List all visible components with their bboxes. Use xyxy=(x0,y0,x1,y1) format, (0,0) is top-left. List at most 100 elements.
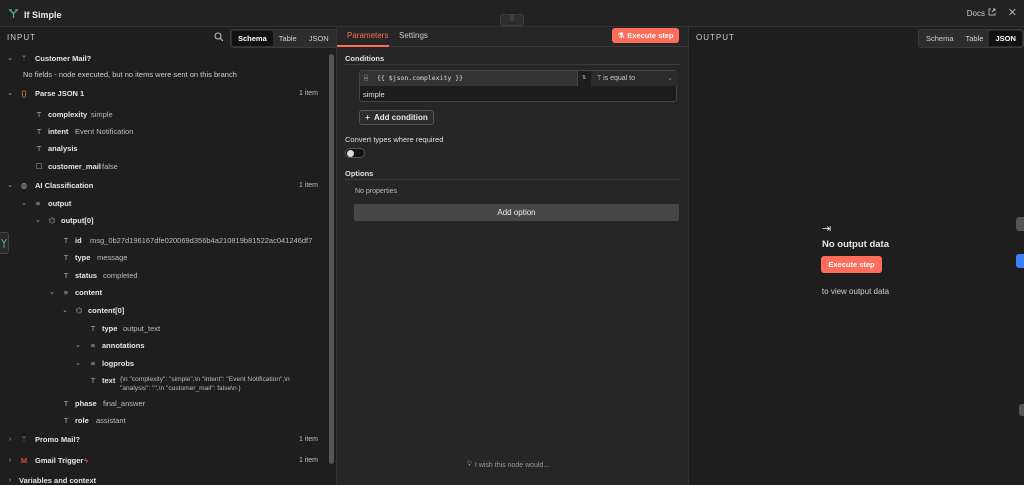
field-key: output xyxy=(48,198,72,208)
text-type-icon: T xyxy=(90,323,96,333)
chevron-right-icon[interactable]: › xyxy=(6,457,14,464)
operator-label: is equal to xyxy=(603,75,636,82)
item-count: 1 item xyxy=(298,456,318,464)
field-key: intent xyxy=(48,126,69,136)
output-execute-step-button[interactable]: Execute step xyxy=(821,256,882,273)
output-view-switcher: Schema Table JSON xyxy=(918,29,1024,48)
node-label: Parse JSON 1 xyxy=(35,88,85,98)
field-key: analysis xyxy=(48,143,78,153)
drag-handle-icon[interactable]: ⠿ xyxy=(500,14,524,26)
chevron-down-icon[interactable]: ⌄ xyxy=(61,306,69,314)
expression-text: {{ $json.complexity }} xyxy=(377,74,464,82)
node-handle-icon[interactable] xyxy=(0,232,9,254)
condition-row: ⌸ {{ $json.complexity }} ⇅ T is equal to… xyxy=(359,70,678,102)
collapse-handle-icon[interactable] xyxy=(1019,404,1024,416)
chevron-down-icon[interactable]: ⌄ xyxy=(74,341,82,349)
add-condition-button[interactable]: + Add condition xyxy=(359,110,434,125)
divider xyxy=(345,64,681,65)
message-text: No fields - node executed, but no items … xyxy=(23,69,237,79)
chevron-down-icon[interactable]: ⌄ xyxy=(20,199,28,207)
no-output-text: No output data xyxy=(821,239,889,250)
tab-parameters[interactable]: Parameters xyxy=(347,31,388,40)
text-type-icon: T xyxy=(36,109,42,119)
condition-left-value[interactable]: ⌸ {{ $json.complexity }} xyxy=(360,71,578,86)
output-heading: OUTPUT xyxy=(696,33,735,42)
drag-handle-icon[interactable]: ⌸ xyxy=(364,71,368,86)
execute-step-label: Execute step xyxy=(627,31,674,40)
array-type-icon: ≡ xyxy=(63,287,69,297)
chevron-down-icon[interactable]: ⌄ xyxy=(6,89,14,97)
node-row-ai-classification[interactable]: ⌄ ◍ AI Classification 1 item xyxy=(0,178,330,192)
add-option-button[interactable]: Add option xyxy=(354,204,679,221)
node-row-variables[interactable]: › Variables and context xyxy=(0,473,330,485)
chat-panel-icon[interactable] xyxy=(1016,254,1024,268)
convert-types-label: Convert types where required xyxy=(345,135,444,144)
field-value: Event Notification xyxy=(75,126,134,136)
input-view-switcher: Schema Table JSON xyxy=(230,29,336,48)
field-key: text xyxy=(102,376,116,385)
item-count: 1 item xyxy=(298,89,318,97)
field-value: output_text xyxy=(123,323,161,333)
node-label: Variables and context xyxy=(19,475,97,485)
field-key: annotations xyxy=(102,340,145,350)
execute-step-button[interactable]: ⚗ Execute step xyxy=(612,28,679,43)
field-key: customer_mail xyxy=(48,161,101,171)
input-tab-schema[interactable]: Schema xyxy=(232,31,273,46)
ai-assistant-icon[interactable] xyxy=(1016,217,1024,231)
if-node-icon: ᛘ xyxy=(21,53,27,63)
docs-link[interactable]: Docs xyxy=(967,8,996,18)
active-tab-indicator xyxy=(337,45,389,47)
toggle-knob xyxy=(347,150,354,157)
chevron-down-icon[interactable]: ⌄ xyxy=(74,359,82,367)
feedback-link[interactable]: 💡︎ I wish this node would... xyxy=(467,461,549,469)
node-label: AI Classification xyxy=(35,180,94,190)
array-type-icon: ≡ xyxy=(90,340,96,350)
no-properties-text: No properties xyxy=(355,188,398,195)
close-icon[interactable]: ✕ xyxy=(1008,6,1017,19)
input-scrollbar[interactable] xyxy=(329,54,334,464)
node-row-gmail-trigger[interactable]: › M Gmail Trigger ϟ 1 item xyxy=(0,453,330,467)
node-label: Customer Mail? xyxy=(35,53,92,63)
search-icon[interactable] xyxy=(214,32,224,44)
field-key: role xyxy=(75,415,89,425)
array-type-icon: ≡ xyxy=(35,198,41,208)
convert-types-toggle[interactable] xyxy=(345,148,365,158)
text-type-icon: T xyxy=(36,126,42,136)
input-panel: INPUT Schema Table JSON ⌄ ᛘ Customer Mai… xyxy=(0,27,337,485)
input-tab-json[interactable]: JSON xyxy=(303,31,335,46)
input-tab-table[interactable]: Table xyxy=(273,31,303,46)
chevron-down-icon[interactable]: ⌄ xyxy=(6,54,14,62)
divider xyxy=(345,179,681,180)
field-value: completed xyxy=(103,270,138,280)
chevron-down-icon[interactable]: ⌄ xyxy=(48,288,56,296)
chevron-right-icon[interactable]: › xyxy=(6,477,14,484)
field-key: type xyxy=(102,323,118,333)
ai-model-icon: ◍ xyxy=(20,180,28,190)
boolean-type-icon: ☐ xyxy=(35,161,43,171)
output-tab-table[interactable]: Table xyxy=(960,31,990,46)
node-label: Gmail Trigger xyxy=(35,455,84,465)
field-key: status xyxy=(75,270,98,280)
node-row-promo-mail[interactable]: › ᛘ Promo Mail? 1 item xyxy=(0,432,330,446)
node-row-parse-json[interactable]: ⌄ {} Parse JSON 1 1 item xyxy=(0,86,330,100)
external-link-icon xyxy=(988,8,996,18)
output-tab-json[interactable]: JSON xyxy=(989,31,1022,46)
field-key: complexity xyxy=(48,109,88,119)
node-label: Promo Mail? xyxy=(35,434,81,444)
conditions-heading: Conditions xyxy=(345,54,385,63)
docs-label: Docs xyxy=(966,8,985,18)
chevron-down-icon[interactable]: ⌄ xyxy=(6,181,14,189)
if-node-icon: ᛘ xyxy=(21,434,27,444)
output-tab-schema[interactable]: Schema xyxy=(920,31,960,46)
field-value: simple xyxy=(91,109,113,119)
chevron-down-icon[interactable]: ⌄ xyxy=(34,216,42,224)
node-row-customer-mail[interactable]: ⌄ ᛘ Customer Mail? xyxy=(0,51,330,65)
field-key: id xyxy=(75,235,82,245)
condition-right-value[interactable]: simple xyxy=(360,87,676,102)
text-type-icon: T xyxy=(63,398,69,408)
operator-select[interactable]: T is equal to ⌄ xyxy=(591,71,678,86)
text-type-icon: T xyxy=(90,376,96,385)
tab-settings[interactable]: Settings xyxy=(399,31,428,40)
chevron-right-icon[interactable]: › xyxy=(6,436,14,443)
type-toggle-icon[interactable]: ⇅ xyxy=(578,72,590,84)
